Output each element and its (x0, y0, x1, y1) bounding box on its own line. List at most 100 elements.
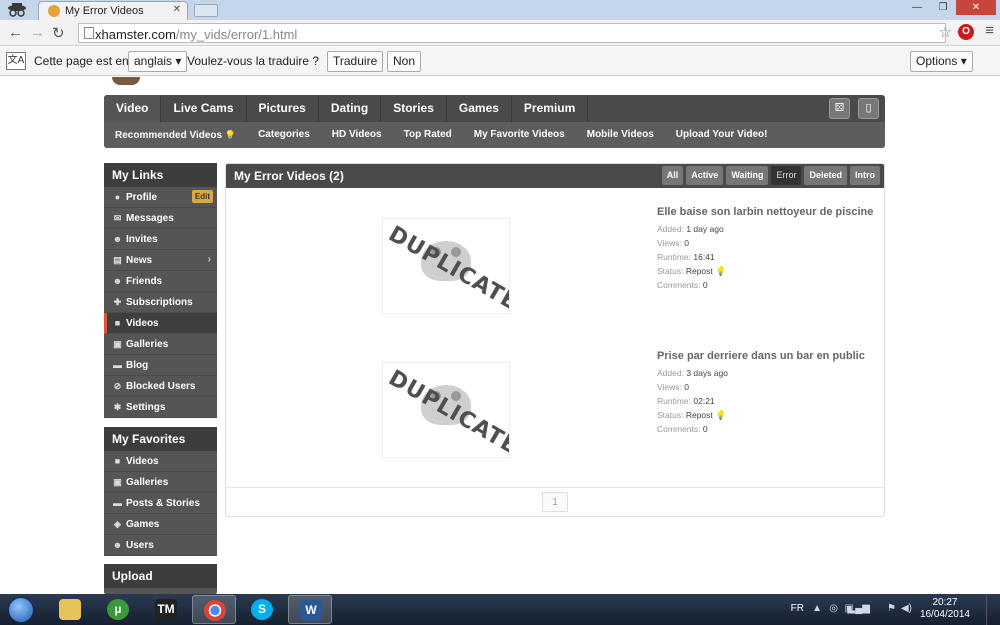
upload-box: Upload (104, 564, 217, 594)
sidebar-item-friends[interactable]: ☻ Friends (104, 271, 217, 292)
panel-header: My Error Videos (2) All Active Waiting E… (226, 164, 884, 188)
taskbar-utorrent[interactable]: µ (96, 595, 140, 624)
page-button[interactable]: 1 (542, 492, 568, 512)
bulb-icon[interactable]: 💡 (715, 410, 726, 420)
duplicate-watermark: DUPLICATE (384, 221, 510, 314)
filter-all[interactable]: All (661, 166, 684, 185)
sync-icon[interactable]: ◎ (829, 603, 838, 614)
video-info: Prise par derriere dans un bar en public… (657, 350, 865, 436)
favorites-item-videos[interactable]: ■ Videos (104, 451, 217, 472)
mobile-icon[interactable]: ▯ (858, 98, 879, 119)
close-tab-icon[interactable]: ✕ (173, 4, 181, 15)
translate-button[interactable]: Traduire (327, 51, 384, 72)
video-thumbnail[interactable]: DUPLICATE (382, 218, 510, 314)
sidebar-item-blocked-users[interactable]: ⊘ Blocked Users (104, 376, 217, 397)
upload-title[interactable]: Upload (104, 564, 217, 588)
subnav-categories[interactable]: Categories (247, 122, 321, 148)
error-videos-panel: My Error Videos (2) All Active Waiting E… (225, 163, 885, 517)
taskbar-skype[interactable]: S (240, 595, 284, 624)
sidebar-item-videos[interactable]: ■ Videos (104, 313, 217, 334)
maximize-icon[interactable]: ❐ (930, 0, 956, 15)
favorites-item-games[interactable]: ◈ Games (104, 514, 217, 535)
my-links-title: My Links (104, 163, 217, 187)
sidebar-item-galleries[interactable]: ▣ Galleries (104, 334, 217, 355)
sidebar-item-subscriptions[interactable]: ✚ Subscriptions (104, 292, 217, 313)
no-button[interactable]: Non (387, 51, 422, 72)
taskbar-chrome[interactable] (192, 595, 236, 624)
nav-dating[interactable]: Dating (319, 95, 382, 122)
nav-pictures[interactable]: Pictures (247, 95, 319, 122)
subscriptions-icon: ✚ (113, 297, 122, 307)
bulb-icon[interactable]: 💡 (715, 266, 726, 276)
input-language[interactable]: FR (791, 603, 804, 614)
subnav-favorite-videos[interactable]: My Favorite Videos (463, 122, 576, 148)
camera-icon: ▣ (113, 477, 122, 487)
favorites-item-galleries[interactable]: ▣ Galleries (104, 472, 217, 493)
subnav-hd-videos[interactable]: HD Videos (321, 122, 393, 148)
subnav-mobile-videos[interactable]: Mobile Videos (576, 122, 665, 148)
video-title[interactable]: Prise par derriere dans un bar en public (657, 350, 865, 362)
sidebar-item-invites[interactable]: ☻ Invites (104, 229, 217, 250)
show-hidden-icons-icon[interactable]: ▲ (812, 603, 822, 614)
status-filters: All Active Waiting Error Deleted Intro (661, 166, 880, 185)
video-camera-icon: ■ (114, 456, 121, 466)
flag-icon[interactable]: ⚑ (887, 603, 896, 614)
edit-profile-button[interactable]: Edit (191, 190, 213, 203)
options-button[interactable]: Options ▾ (910, 51, 973, 72)
nav-premium[interactable]: Premium (512, 95, 589, 122)
users-icon: ☻ (112, 540, 123, 550)
favorites-item-posts-stories[interactable]: ▬ Posts & Stories (104, 493, 217, 514)
sidebar-item-messages[interactable]: ✉ Messages (104, 208, 217, 229)
explorer-icon (59, 599, 81, 620)
sidebar-item-blog[interactable]: ▬ Blog (104, 355, 217, 376)
filter-waiting[interactable]: Waiting (726, 166, 769, 185)
nav-live-cams[interactable]: Live Cams (161, 95, 247, 122)
filter-error[interactable]: Error (771, 166, 802, 185)
random-dice-icon[interactable]: ⚄ (829, 98, 850, 119)
language-select[interactable]: anglais ▾ (128, 51, 188, 72)
chevron-right-icon: › (207, 254, 211, 265)
windows-logo-icon (8, 597, 34, 623)
site-logo[interactable] (112, 77, 140, 85)
sidebar-item-profile[interactable]: ● Profile Edit (104, 187, 217, 208)
clock[interactable]: 20:27 16/04/2014 (920, 597, 970, 621)
nav-video[interactable]: Video (104, 95, 162, 122)
taskbar-word[interactable]: W (288, 595, 332, 624)
subnav-top-rated[interactable]: Top Rated (393, 122, 463, 148)
filter-deleted[interactable]: Deleted (804, 166, 847, 185)
nav-tools: ⚄ ▯ (829, 98, 879, 119)
minimize-icon[interactable]: — (904, 0, 930, 15)
tm-icon: TM (155, 599, 177, 620)
filter-active[interactable]: Active (686, 166, 724, 185)
opera-icon[interactable]: O (958, 24, 974, 40)
address-bar[interactable]: xhamster.com/my_vids/error/1.html (78, 23, 946, 43)
sidebar-item-news[interactable]: ▤ News › (104, 250, 217, 271)
video-thumbnail[interactable]: DUPLICATE (382, 362, 510, 458)
nav-stories[interactable]: Stories (381, 95, 447, 122)
subnav-recommended[interactable]: Recommended Videos 💡 (104, 122, 247, 148)
sub-nav: Recommended Videos 💡 Categories HD Video… (104, 122, 885, 148)
volume-icon[interactable]: ◀) (901, 603, 912, 614)
star-icon[interactable]: ☆ (939, 23, 952, 41)
nav-games[interactable]: Games (447, 95, 512, 122)
taskbar-explorer[interactable] (48, 595, 92, 624)
filter-intro[interactable]: Intro (850, 166, 880, 185)
skype-icon: S (251, 599, 273, 620)
close-window-icon[interactable]: ✕ (956, 0, 996, 15)
pagination: 1 (226, 487, 884, 517)
user-icon: ● (114, 192, 121, 202)
taskbar-tm[interactable]: TM (144, 595, 188, 624)
favorites-item-users[interactable]: ☻ Users (104, 535, 217, 556)
sidebar-item-settings[interactable]: ✱ Settings (104, 397, 217, 418)
reload-icon[interactable]: ↻ (52, 24, 65, 42)
forward-icon[interactable]: → (30, 24, 45, 41)
back-icon[interactable]: ← (8, 24, 23, 41)
menu-icon[interactable]: ≡ (985, 22, 994, 39)
video-title[interactable]: Elle baise son larbin nettoyeur de pisci… (657, 206, 873, 218)
browser-tab[interactable]: My Error Videos ✕ (38, 1, 188, 20)
show-desktop-button[interactable] (986, 594, 1000, 625)
subnav-upload[interactable]: Upload Your Video! (665, 122, 779, 148)
network-icon[interactable]: ▂▄▆ (848, 603, 870, 614)
start-button[interactable] (4, 594, 38, 625)
new-tab-button[interactable] (194, 4, 218, 17)
